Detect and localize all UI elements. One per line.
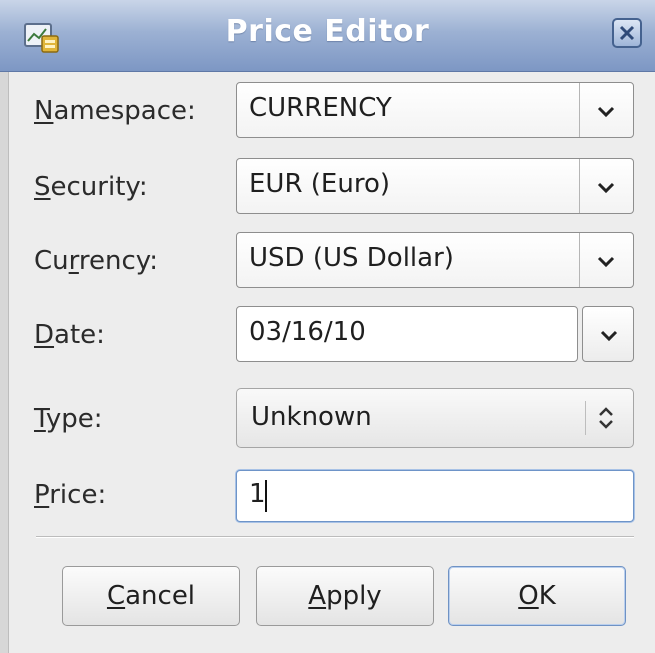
chevron-down-icon[interactable] (593, 175, 619, 199)
date-value: 03/16/10 (249, 317, 366, 347)
type-value: Unknown (251, 402, 372, 432)
text-caret (265, 480, 267, 512)
combo-separator (579, 83, 580, 137)
window-title: Price Editor (225, 14, 430, 49)
currency-combo[interactable]: USD (US Dollar) (236, 232, 634, 288)
cancel-button[interactable]: Cancel (62, 566, 240, 626)
price-value: 1 (249, 479, 266, 509)
namespace-combo[interactable]: CURRENCY (236, 82, 634, 138)
security-value: EUR (Euro) (249, 169, 391, 199)
chevron-down-icon[interactable] (593, 249, 619, 273)
chevron-down-icon (600, 330, 618, 342)
namespace-value: CURRENCY (249, 93, 392, 123)
security-label: Security: (34, 172, 148, 202)
date-input[interactable]: 03/16/10 (236, 306, 578, 362)
apply-button[interactable]: Apply (256, 566, 434, 626)
title-bar[interactable]: Price Editor (0, 0, 655, 72)
select-separator (585, 401, 586, 435)
button-divider (36, 536, 634, 537)
combo-separator (579, 159, 580, 213)
date-picker-button[interactable] (582, 306, 634, 362)
close-button[interactable] (612, 18, 642, 48)
namespace-label: Namespace: (34, 96, 196, 126)
currency-label: Currency: (34, 246, 159, 276)
up-down-arrows-icon (599, 407, 613, 429)
combo-separator (579, 233, 580, 287)
price-label: Price: (34, 480, 107, 510)
currency-value: USD (US Dollar) (249, 243, 454, 273)
type-select[interactable]: Unknown (236, 388, 634, 448)
close-icon (619, 25, 635, 41)
price-input[interactable]: 1 (236, 470, 634, 522)
date-label: Date: (34, 320, 105, 350)
chevron-down-icon[interactable] (593, 99, 619, 123)
window-left-border (0, 72, 9, 653)
type-label: Type: (34, 404, 103, 434)
security-combo[interactable]: EUR (Euro) (236, 158, 634, 214)
ok-button[interactable]: OK (448, 566, 626, 626)
